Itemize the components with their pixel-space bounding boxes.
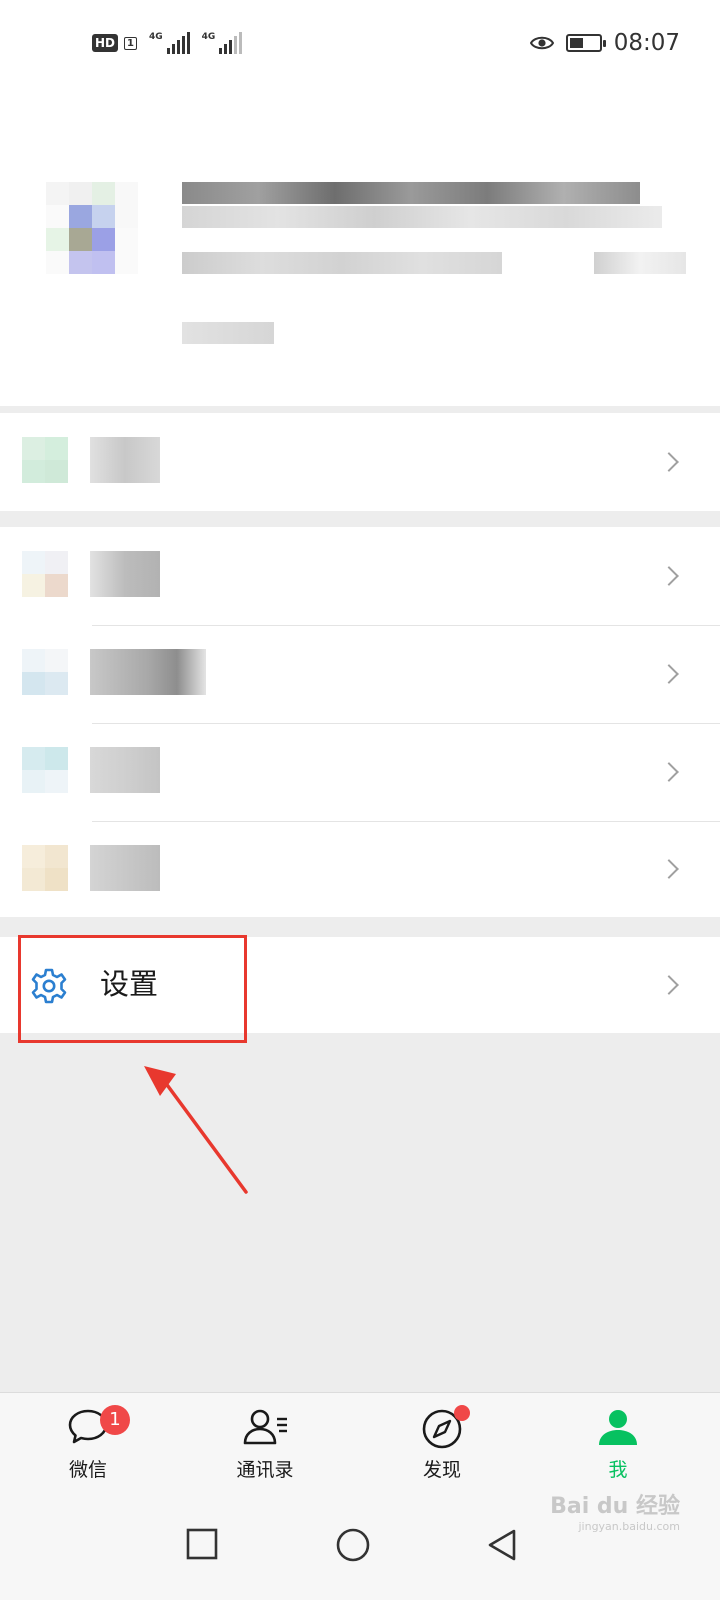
chevron-right-icon [659,762,679,782]
menu-item[interactable] [0,625,720,723]
menu-item[interactable] [0,413,720,511]
menu-item-icon [22,437,68,483]
person-icon [599,1410,637,1445]
profile-name [182,182,640,204]
divider [92,625,720,626]
menu-item-label [90,845,160,891]
network-type-2: 4G [201,32,216,42]
tab-label: 发现 [422,1459,461,1481]
watermark-sub: jingyan.baidu.com [578,1520,680,1533]
home-button[interactable] [336,1528,370,1562]
tab-label: 通讯录 [236,1459,294,1481]
divider [92,723,720,724]
menu-item[interactable] [0,527,720,625]
chevron-right-icon [659,566,679,586]
menu-item[interactable] [0,723,720,821]
menu-item-icon [22,551,68,597]
tab-bar: 1 微信 通讯录 发现 我 [0,1392,720,1500]
avatar[interactable] [46,182,138,274]
status-time: 08:07 [613,30,680,56]
hd-icon: HD [92,34,119,52]
tab-chats[interactable]: 1 微信 [28,1393,148,1501]
menu-item-icon [22,747,68,793]
notification-dot [454,1405,470,1421]
unread-badge: 1 [100,1405,130,1435]
battery-icon [565,34,606,52]
eye-icon [529,36,554,50]
profile-header[interactable] [0,88,720,406]
profile-name-secondary [182,206,662,228]
status-left: HD 1 4G 4G [92,30,243,56]
menu-item-icon [22,845,68,891]
recents-button[interactable] [186,1528,218,1560]
qr-code-icon[interactable] [594,252,686,274]
tab-label: 我 [608,1459,628,1481]
chevron-right-icon [659,859,679,879]
chevron-right-icon [659,664,679,684]
chevron-right-icon [659,452,679,472]
watermark-text: Bai du 经验 [550,1494,680,1519]
profile-status[interactable] [182,322,274,344]
status-bar: HD 1 4G 4G 08:07 [0,0,720,88]
status-right: 08:07 [529,28,680,58]
menu-item[interactable] [0,821,720,917]
tab-label: 微信 [68,1459,107,1481]
signal-icon-1: 4G [149,32,190,54]
back-button[interactable] [486,1528,518,1562]
divider [92,821,720,822]
watermark: Bai du 经验 jingyan.baidu.com [550,1488,680,1533]
tab-discover[interactable]: 发现 [382,1393,502,1501]
menu-item-label [90,747,160,793]
chevron-right-icon [659,975,679,995]
profile-id [182,252,502,274]
network-type-1: 4G [148,32,163,42]
menu-item-icon [22,649,68,695]
signal-icon-2: 4G [202,32,243,54]
menu-item-label [90,649,206,695]
sim-icon: 1 [124,36,137,50]
menu-item-label [90,551,160,597]
contacts-icon [243,1409,287,1445]
highlight-box [18,935,247,1043]
tab-contacts[interactable]: 通讯录 [205,1393,325,1501]
menu-item-label [90,437,160,483]
tab-me[interactable]: 我 [558,1393,678,1501]
